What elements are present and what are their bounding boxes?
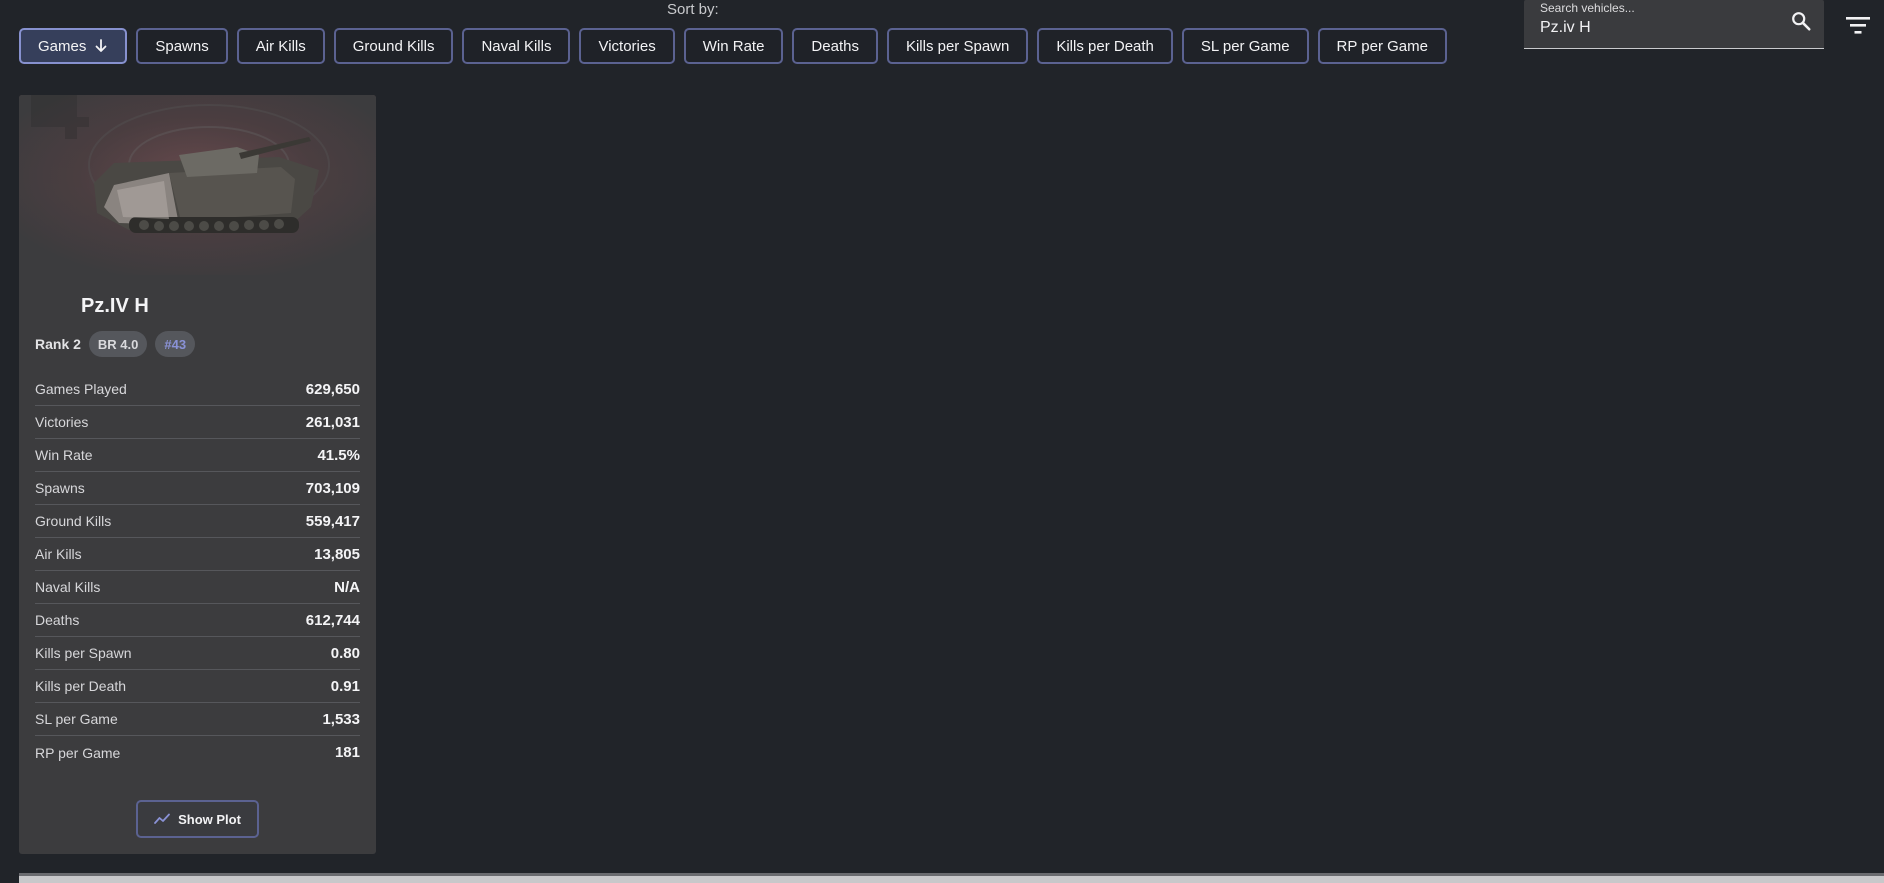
filter-icon[interactable] (1845, 14, 1871, 36)
rank-label: Rank 2 (35, 336, 81, 352)
search-box: Search vehicles... (1524, 0, 1824, 49)
br-badge: BR 4.0 (88, 331, 148, 357)
stat-value: 629,650 (305, 380, 360, 398)
sort-air-kills-button[interactable]: Air Kills (236, 28, 325, 64)
search-label: Search vehicles... (1540, 1, 1635, 15)
vehicle-card: Pz.IV H Rank 2 BR 4.0 #43 Games Played 62… (19, 95, 376, 854)
vehicle-image (19, 95, 376, 275)
vehicle-badges: Rank 2 BR 4.0 #43 (35, 331, 196, 357)
sort-deaths-button[interactable]: Deaths (792, 28, 878, 64)
sort-button-label: Games (38, 37, 87, 55)
sort-ground-kills-button[interactable]: Ground Kills (333, 28, 454, 64)
sort-button-label: RP per Game (1336, 37, 1428, 55)
stat-value: N/A (334, 578, 360, 596)
arrow-down-icon (95, 39, 107, 52)
sort-naval-kills-button[interactable]: Naval Kills (462, 28, 571, 64)
stat-row: Win Rate 41.5% (35, 439, 360, 472)
sort-spawns-button[interactable]: Spawns (136, 28, 228, 64)
stat-label: Kills per Death (35, 678, 127, 694)
stat-label: Games Played (35, 381, 127, 397)
sort-button-label: Kills per Spawn (905, 37, 1010, 55)
stat-value: 41.5% (317, 446, 360, 464)
stat-row: SL per Game 1,533 (35, 703, 360, 736)
stat-row: Kills per Death 0.91 (35, 670, 360, 703)
stat-row: Deaths 612,744 (35, 604, 360, 637)
stat-label: Kills per Spawn (35, 645, 132, 661)
stat-value: 612,744 (305, 611, 360, 629)
sort-kills-per-death-button[interactable]: Kills per Death (1037, 28, 1173, 64)
stat-value: 0.91 (330, 677, 360, 695)
stat-label: Victories (35, 414, 89, 430)
show-plot-button[interactable]: Show Plot (136, 800, 259, 838)
sort-rp-per-game-button[interactable]: RP per Game (1317, 28, 1447, 64)
sort-games-button[interactable]: Games (19, 28, 128, 64)
stat-label: SL per Game (35, 711, 118, 727)
position-badge: #43 (155, 331, 196, 357)
sort-button-label: Ground Kills (352, 37, 435, 55)
vehicle-name: Pz.IV H (81, 295, 149, 317)
stat-value: 13,805 (314, 545, 360, 563)
stat-value: 261,031 (305, 413, 360, 431)
stat-label: Spawns (35, 480, 85, 496)
sort-button-label: Victories (598, 37, 656, 55)
show-plot-label: Show Plot (178, 811, 241, 827)
stat-label: Win Rate (35, 447, 93, 463)
stat-row: RP per Game 181 (35, 736, 360, 769)
sort-victories-button[interactable]: Victories (579, 28, 675, 64)
stat-row: Ground Kills 559,417 (35, 505, 360, 538)
stat-value: 181 (334, 744, 360, 761)
horizontal-scrollbar[interactable] (19, 873, 1884, 883)
sort-button-label: Kills per Death (1056, 37, 1154, 55)
stat-label: Deaths (35, 612, 80, 628)
stat-value: 559,417 (305, 512, 360, 530)
sort-button-bar: Games Spawns Air Kills Ground Kills Nava… (19, 28, 1447, 64)
sort-button-label: Naval Kills (481, 37, 552, 55)
stat-value: 1,533 (322, 710, 360, 728)
sort-button-label: SL per Game (1200, 37, 1290, 55)
stat-label: Air Kills (35, 546, 82, 562)
stat-row: Air Kills 13,805 (35, 538, 360, 571)
stat-label: Ground Kills (35, 513, 112, 529)
sort-win-rate-button[interactable]: Win Rate (683, 28, 784, 64)
tank-illustration (19, 95, 376, 275)
sort-by-label: Sort by: (667, 1, 719, 18)
stat-label: RP per Game (35, 744, 121, 761)
stat-row: Naval Kills N/A (35, 571, 360, 604)
trend-line-icon (154, 813, 170, 824)
sort-button-label: Deaths (811, 37, 859, 55)
sort-button-label: Spawns (155, 37, 209, 55)
sort-button-label: Win Rate (702, 37, 765, 55)
stat-row: Games Played 629,650 (35, 373, 360, 406)
page: Sort by: Games Spawns Air Kills Ground K… (0, 0, 1884, 883)
stat-value: 703,109 (305, 479, 360, 497)
stats-list: Games Played 629,650 Victories 261,031 Win… (35, 373, 360, 769)
sort-sl-per-game-button[interactable]: SL per Game (1181, 28, 1309, 64)
search-icon[interactable] (1790, 10, 1812, 32)
stat-label: Naval Kills (35, 579, 101, 595)
stat-value: 0.80 (330, 644, 360, 662)
search-input[interactable] (1540, 17, 1780, 39)
stat-row: Kills per Spawn 0.80 (35, 637, 360, 670)
stat-row: Spawns 703,109 (35, 472, 360, 505)
sort-kills-per-spawn-button[interactable]: Kills per Spawn (886, 28, 1029, 64)
stat-row: Victories 261,031 (35, 406, 360, 439)
sort-button-label: Air Kills (255, 37, 306, 55)
